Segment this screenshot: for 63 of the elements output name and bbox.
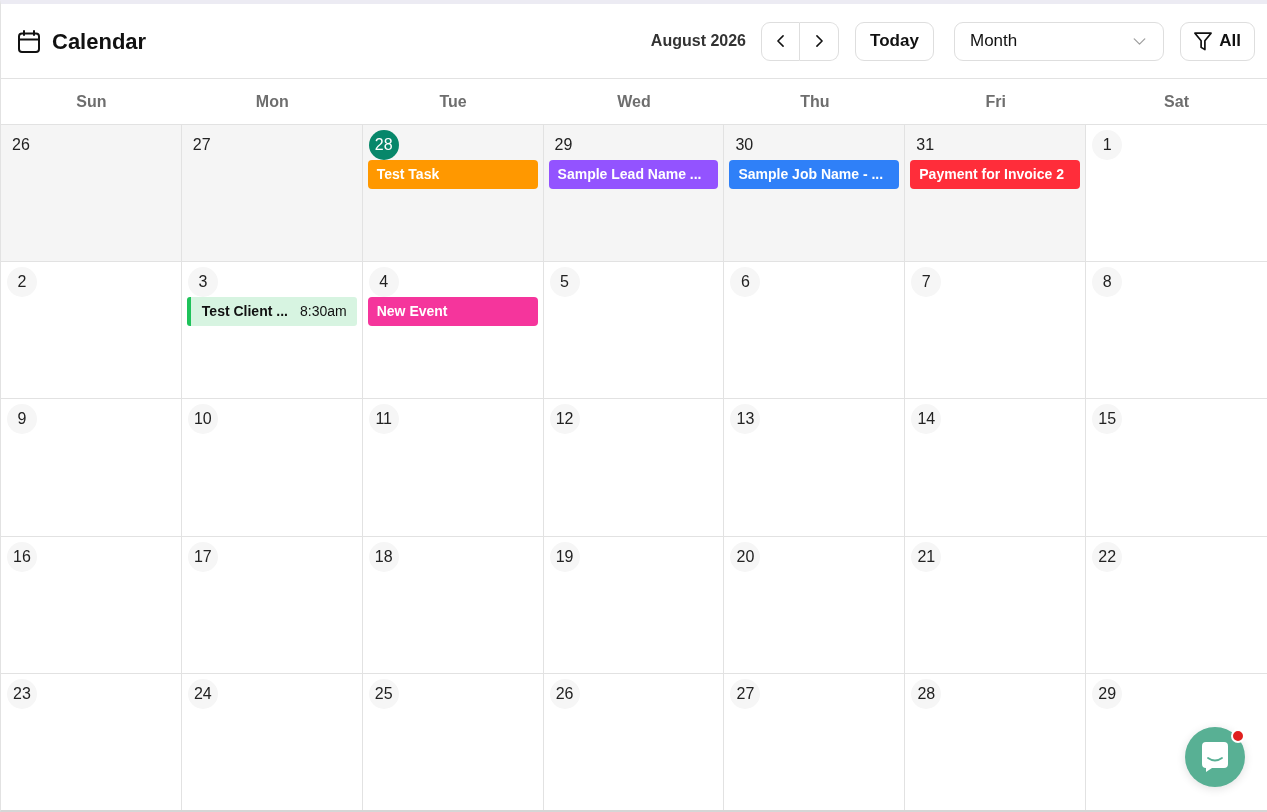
day-number: 29 [1092, 678, 1123, 709]
event-bar[interactable]: Sample Lead Name ... [548, 160, 719, 189]
today-button[interactable]: Today [855, 21, 934, 61]
month-label: August 2026 [650, 31, 746, 51]
day-number: 26 [11, 135, 30, 155]
event-bar[interactable]: Sample Job Name - ... [729, 160, 900, 189]
day-number: 28 [911, 678, 942, 709]
weekday-label: Wed [617, 92, 651, 112]
day-number: 6 [730, 267, 761, 298]
filter-icon [1194, 31, 1213, 51]
day-number: 26 [549, 678, 580, 709]
event-bar[interactable]: Payment for Invoice 2 [910, 160, 1081, 189]
day-number: 2 [7, 267, 37, 298]
day-number: 4 [368, 267, 399, 298]
calendar-icon [18, 29, 40, 53]
event-bar[interactable]: New Event [367, 297, 538, 327]
day-number: 17 [187, 541, 218, 572]
day-number: 14 [911, 404, 942, 435]
day-number: 23 [7, 678, 37, 709]
caret-icon [1133, 37, 1146, 45]
day-number: 30 [734, 135, 754, 155]
weekday-label: Mon [255, 92, 289, 112]
day-number: 7 [911, 267, 942, 298]
day-number: 19 [549, 541, 580, 572]
day-number: 16 [7, 541, 37, 572]
day-number: 3 [187, 267, 218, 298]
filter-button[interactable]: All [1180, 21, 1255, 61]
day-number: 27 [191, 135, 211, 155]
weekday-label: Thu [800, 92, 830, 112]
weekday-label: Sat [1164, 92, 1189, 112]
day-number: 10 [187, 404, 218, 435]
day-number: 21 [911, 541, 942, 572]
page-title: Calendar [52, 27, 147, 56]
day-number: 8 [1092, 267, 1123, 298]
previous-button[interactable] [761, 21, 800, 61]
day-number: 28 [368, 130, 399, 160]
view-select[interactable]: Month [954, 21, 1164, 61]
event-chip[interactable]: Test Client ... 8:30am [186, 297, 357, 327]
next-button[interactable] [800, 21, 839, 61]
weekday-label: Tue [439, 92, 467, 112]
chevron-left-icon [777, 35, 784, 47]
day-number: 18 [368, 541, 399, 572]
day-number: 5 [549, 267, 580, 298]
chat-bubble-icon [1202, 742, 1228, 772]
weekday-label: Sun [76, 92, 107, 112]
event-time: 8:30am [300, 302, 347, 322]
day-number: 9 [7, 404, 37, 435]
day-number: 31 [915, 135, 935, 155]
day-number: 1 [1092, 130, 1123, 160]
day-number: 12 [549, 404, 580, 435]
day-number: 25 [368, 678, 399, 709]
weekday-label: Fri [985, 92, 1006, 112]
day-number: 11 [368, 404, 399, 435]
day-number: 20 [730, 541, 761, 572]
day-number: 27 [730, 678, 761, 709]
chevron-right-icon [815, 35, 823, 47]
day-number: 15 [1092, 404, 1123, 435]
day-number: 22 [1092, 541, 1123, 572]
event-title: Test Client ... [201, 302, 288, 322]
day-number: 13 [730, 404, 761, 435]
day-number: 29 [553, 135, 573, 155]
event-bar[interactable]: Test Task [367, 160, 538, 189]
day-number: 24 [187, 678, 218, 709]
